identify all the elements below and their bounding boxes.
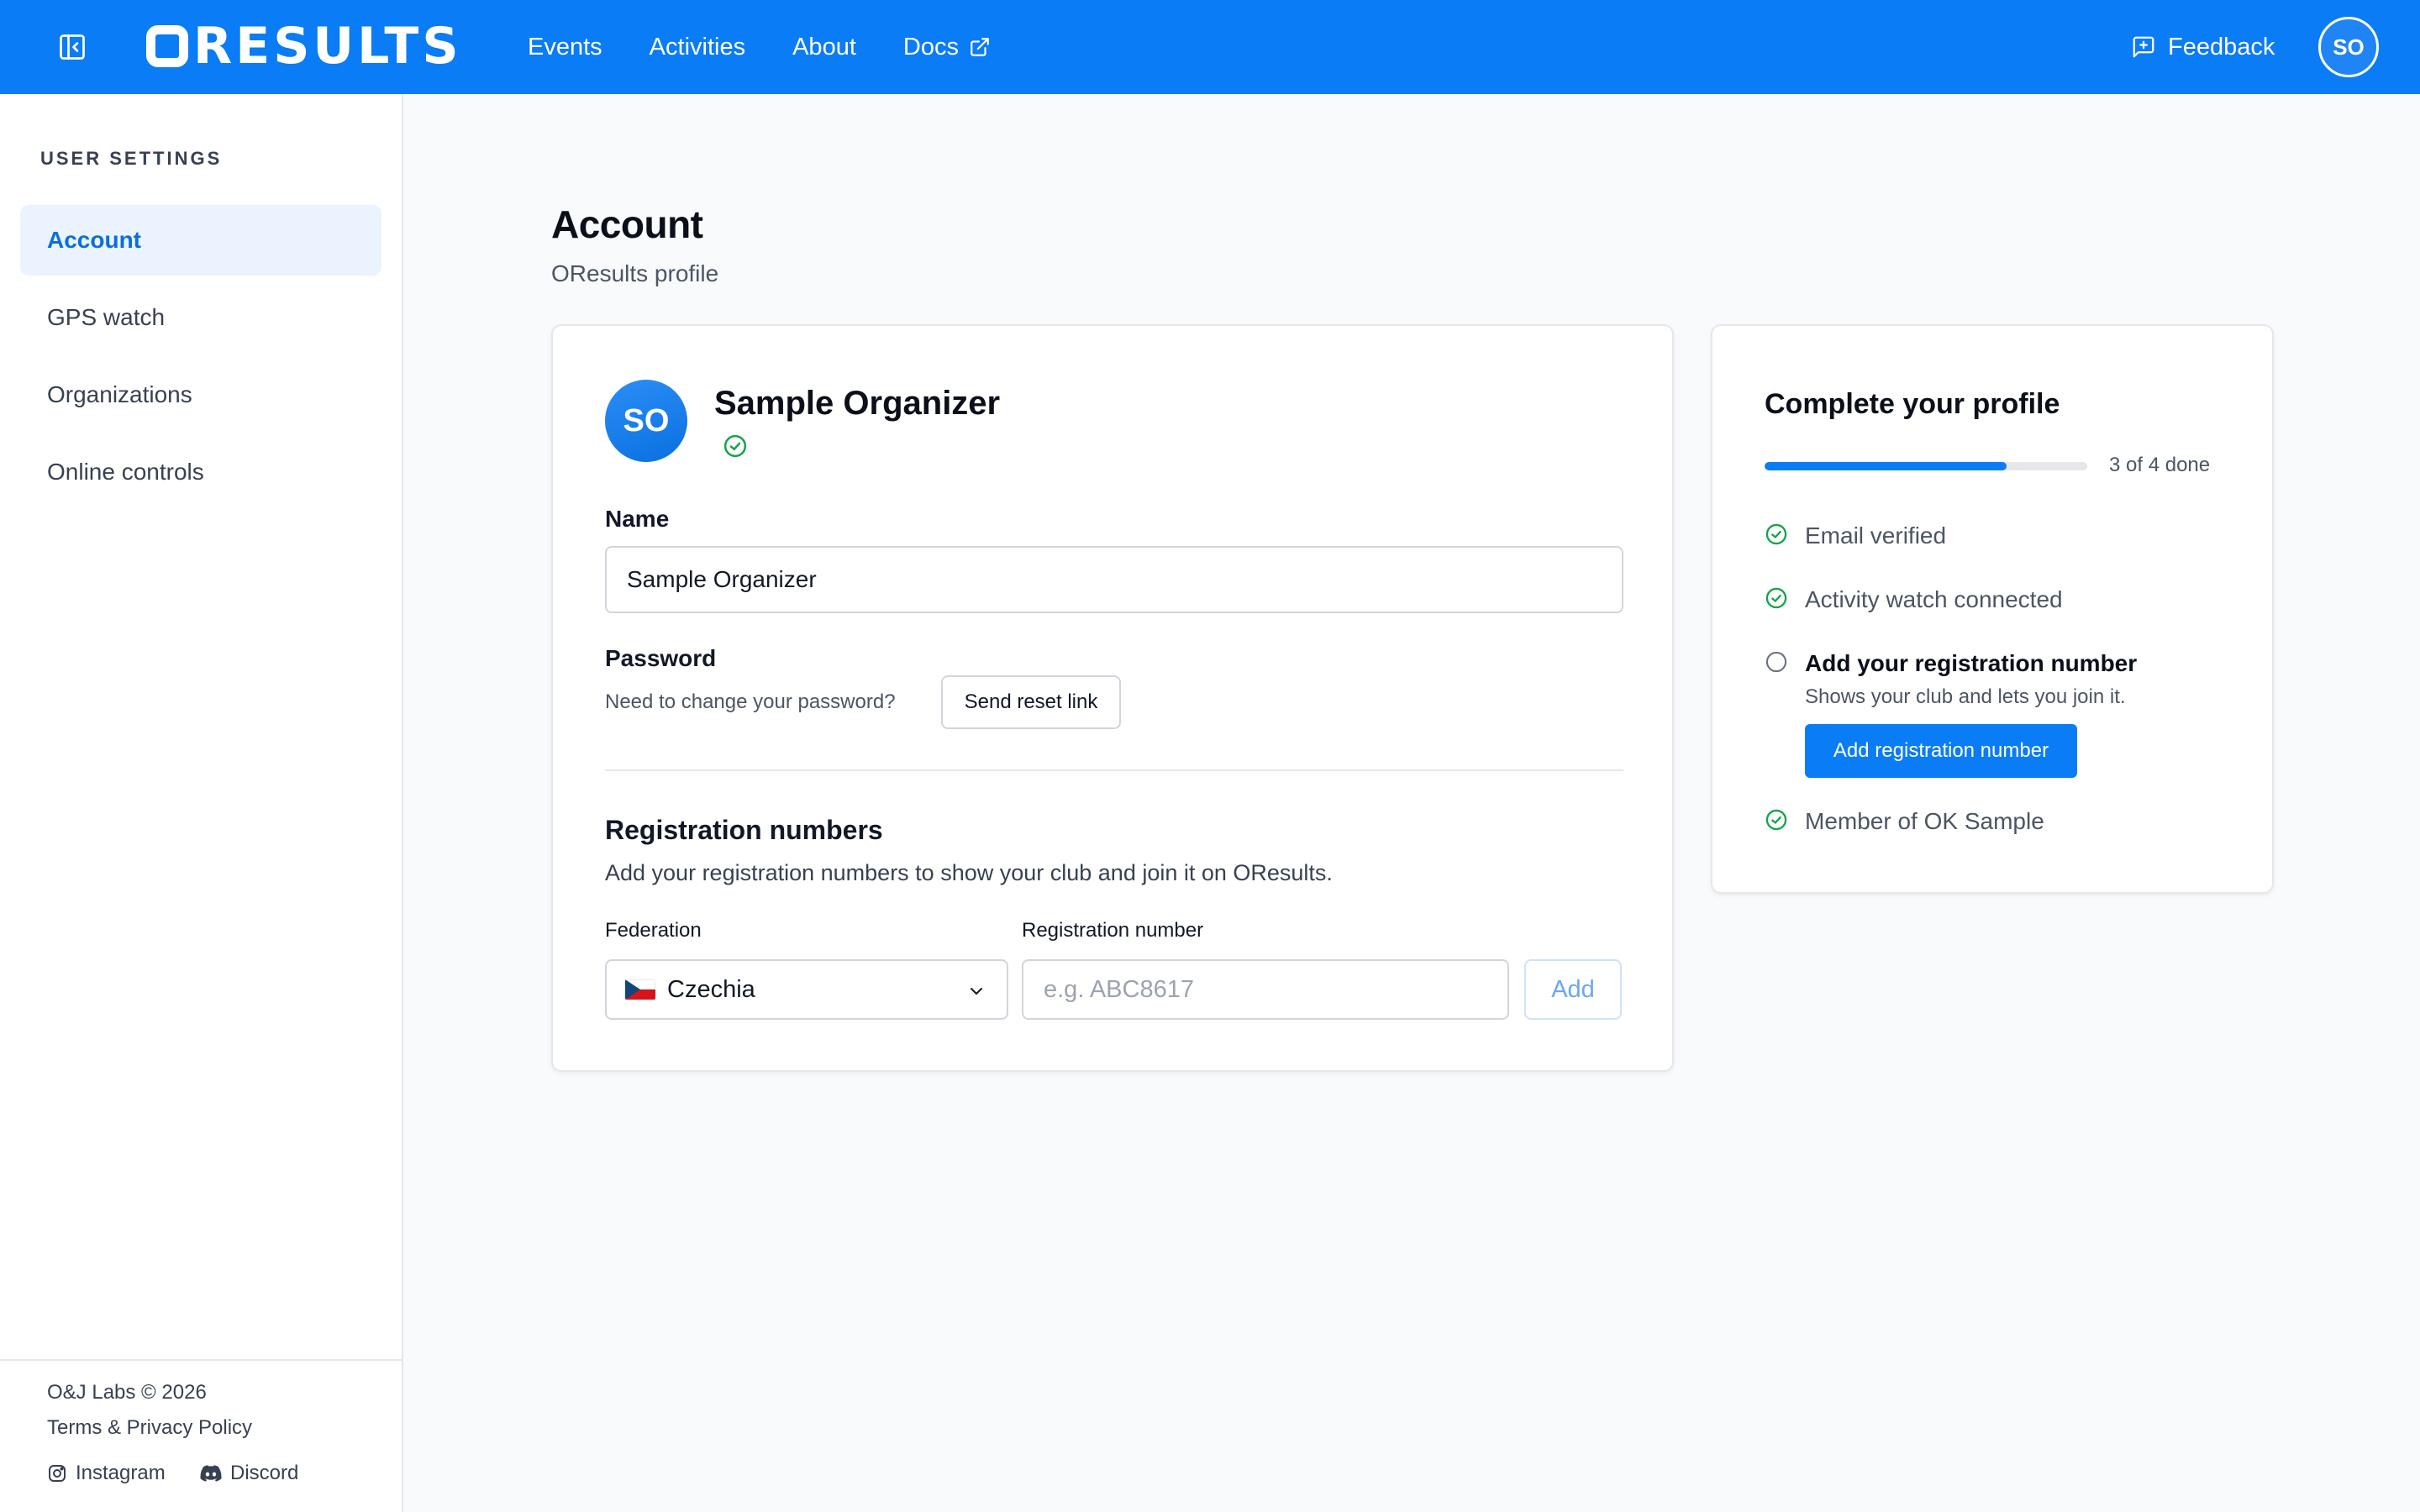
password-label: Password [605, 645, 717, 671]
settings-sidebar: USER SETTINGS Account GPS watch Organiza… [0, 94, 403, 1512]
sidebar-item-gps-watch[interactable]: GPS watch [20, 282, 381, 353]
checklist-item: Activity watch connected [1765, 586, 2063, 613]
feedback-label: Feedback [2168, 33, 2275, 60]
password-hint: Need to change your password? [605, 690, 896, 713]
external-link-icon [971, 38, 989, 56]
federation-select[interactable]: Czechia [605, 959, 1008, 1020]
top-bar: RESULTS Events Activities About Docs Fee… [0, 0, 2420, 94]
discord-label: Discord [230, 1462, 299, 1484]
nav-activities-label: Activities [649, 33, 746, 60]
logo-o-mark [146, 25, 188, 67]
name-input[interactable]: Sample Organizer [605, 546, 1623, 613]
sidebar-item-organizations[interactable]: Organizations [20, 360, 381, 430]
checklist-label: Activity watch connected [1805, 586, 2063, 612]
add-registration-button[interactable]: Add [1524, 959, 1622, 1020]
sidebar-item-label: GPS watch [47, 304, 166, 330]
czech-flag-icon [625, 979, 655, 1000]
logo-text: RESULTS [193, 17, 462, 76]
progress-text: 3 of 4 done [2109, 454, 2211, 476]
registration-description: Add your registration numbers to show yo… [605, 860, 1333, 885]
profile-avatar: SO [605, 380, 687, 462]
feedback-button[interactable]: Feedback [2131, 30, 2275, 64]
user-avatar[interactable]: SO [2318, 17, 2379, 77]
registration-title: Registration numbers [605, 815, 883, 845]
checklist-sublabel: Shows your club and lets you join it. [1805, 685, 2126, 708]
nav-events-label: Events [528, 33, 602, 60]
sidebar-heading: USER SETTINGS [40, 148, 223, 169]
page-subtitle: OResults profile [551, 260, 719, 286]
progress-fill [1765, 462, 2007, 470]
discord-icon [200, 1465, 222, 1482]
complete-profile-card: Complete your profile 3 of 4 done Email … [1711, 324, 2274, 894]
instagram-icon [49, 1465, 66, 1482]
nav-events[interactable]: Events [528, 34, 602, 61]
sidebar-item-online-controls[interactable]: Online controls [20, 437, 381, 507]
instagram-link[interactable]: Instagram [47, 1462, 166, 1485]
chevron-down-icon [971, 988, 982, 995]
main-nav: Events Activities About Docs [528, 0, 991, 94]
checklist-label: Member of OK Sample [1805, 808, 2044, 834]
check-circle-icon [1765, 587, 1787, 609]
checklist-item: Add your registration number Shows your … [1765, 650, 2138, 708]
checklist-label: Email verified [1805, 522, 1947, 549]
send-reset-link-button[interactable]: Send reset link [941, 675, 1121, 729]
sidebar-toggle-icon[interactable] [55, 30, 89, 64]
profile-progress-bar [1765, 462, 2087, 470]
sidebar-item-label: Online controls [47, 459, 204, 485]
nav-about[interactable]: About [792, 34, 856, 61]
app-logo[interactable]: RESULTS [146, 17, 462, 76]
feedback-icon [2133, 36, 2154, 58]
add-registration-number-button[interactable]: Add registration number [1805, 724, 2077, 778]
name-label: Name [605, 506, 670, 532]
sidebar-item-account[interactable]: Account [20, 205, 381, 276]
nav-about-label: About [792, 33, 856, 60]
section-divider [605, 769, 1623, 771]
discord-link[interactable]: Discord [200, 1462, 298, 1485]
empty-circle-icon [1765, 651, 1787, 673]
nav-docs[interactable]: Docs [903, 34, 991, 61]
nav-docs-label: Docs [902, 33, 959, 60]
registration-number-input[interactable]: e.g. ABC8617 [1022, 959, 1509, 1020]
copyright-text: O&J Labs © 2026 [47, 1381, 207, 1404]
check-circle-icon [1765, 523, 1787, 545]
instagram-label: Instagram [76, 1462, 166, 1484]
checklist-item: Member of OK Sample [1765, 808, 2044, 835]
complete-profile-title: Complete your profile [1765, 388, 2060, 420]
registration-number-label: Registration number [1022, 919, 1204, 942]
account-card: SO Sample Organizer Name Sample Organize… [551, 324, 1674, 1072]
nav-activities[interactable]: Activities [650, 34, 745, 61]
checklist-label: Add your registration number [1805, 650, 2138, 676]
federation-label: Federation [605, 919, 702, 942]
profile-name: Sample Organizer [714, 385, 1001, 422]
check-circle-icon [1765, 809, 1787, 831]
page-title: Account [551, 202, 703, 246]
checklist-item: Email verified [1765, 522, 1946, 549]
terms-link[interactable]: Terms & Privacy Policy [47, 1416, 252, 1440]
verified-check-icon [723, 433, 748, 463]
sidebar-item-label: Organizations [47, 381, 192, 407]
sidebar-item-label: Account [47, 227, 141, 253]
federation-value: Czechia [667, 975, 755, 1003]
